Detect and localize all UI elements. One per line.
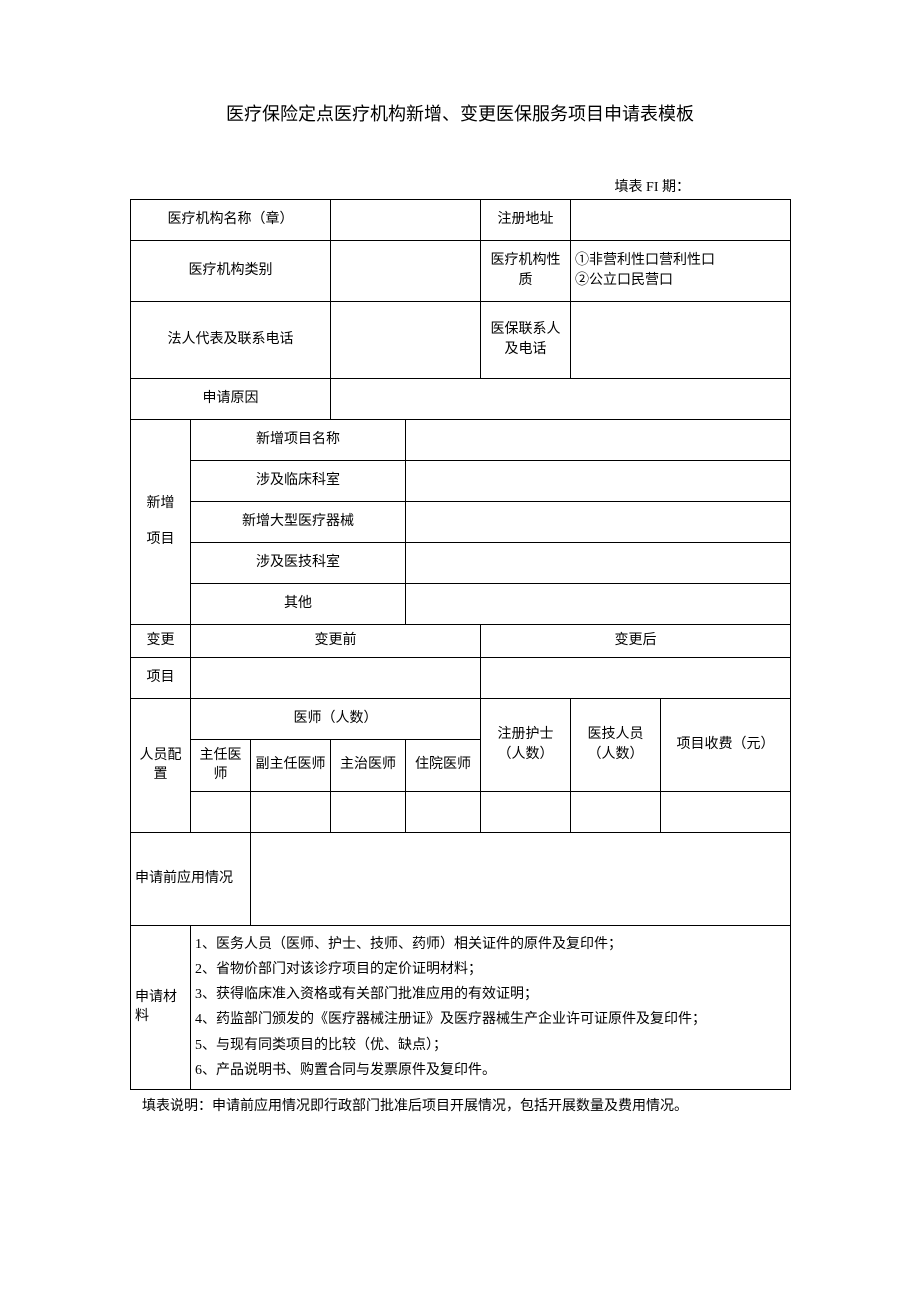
field-fee[interactable]: [661, 791, 791, 832]
label-attending: 主治医师: [331, 739, 406, 791]
label-reg-addr: 注册地址: [481, 200, 571, 241]
page-title: 医疗保险定点医疗机构新增、变更医保服务项目申请表模板: [130, 100, 790, 126]
label-pre-use: 申请前应用情况: [131, 832, 251, 925]
form-footnote: 填表说明：申请前应用情况即行政部门批准后项目开展情况，包括开展数量及费用情况。: [130, 1090, 790, 1118]
label-techs: 医技人员（人数）: [571, 698, 661, 791]
field-chief[interactable]: [191, 791, 251, 832]
label-legal-rep: 法人代表及联系电话: [131, 302, 331, 379]
field-techs[interactable]: [571, 791, 661, 832]
label-ins-contact: 医保联系人及电话: [481, 302, 571, 379]
label-new-item-group-1: 新增: [135, 486, 186, 522]
label-new-item-name: 新增项目名称: [191, 420, 406, 461]
field-before[interactable]: [191, 657, 481, 698]
label-clinical-dept: 涉及临床科室: [191, 461, 406, 502]
label-new-item-group-2: 项目: [135, 522, 186, 558]
label-after: 变更后: [481, 625, 791, 658]
label-nurses: 注册护士（人数）: [481, 698, 571, 791]
label-chief: 主任医师: [191, 739, 251, 791]
field-legal-rep[interactable]: [331, 302, 481, 379]
label-resident: 住院医师: [406, 739, 481, 791]
label-materials: 申请材料: [131, 925, 191, 1089]
label-staff-group: 人员配置: [131, 698, 191, 832]
label-org-type: 医疗机构类别: [131, 241, 331, 302]
field-nurses[interactable]: [481, 791, 571, 832]
field-tech-dept[interactable]: [406, 543, 791, 584]
label-doctors: 医师（人数）: [191, 698, 481, 739]
form-date-label: 填表 FI 期：: [130, 176, 790, 196]
label-deputy: 副主任医师: [251, 739, 331, 791]
field-reg-addr[interactable]: [571, 200, 791, 241]
label-fee: 项目收费（元）: [661, 698, 791, 791]
label-reason: 申请原因: [131, 379, 331, 420]
label-new-equip: 新增大型医疗器械: [191, 502, 406, 543]
field-org-name[interactable]: [331, 200, 481, 241]
field-after[interactable]: [481, 657, 791, 698]
label-change-group-2: 项目: [131, 657, 191, 698]
field-new-item-name[interactable]: [406, 420, 791, 461]
field-ins-contact[interactable]: [571, 302, 791, 379]
field-clinical-dept[interactable]: [406, 461, 791, 502]
label-other: 其他: [191, 584, 406, 625]
label-new-item-group: 新增 项目: [131, 420, 191, 625]
field-deputy[interactable]: [251, 791, 331, 832]
field-org-type[interactable]: [331, 241, 481, 302]
field-attending[interactable]: [331, 791, 406, 832]
label-before: 变更前: [191, 625, 481, 658]
field-org-nature-options[interactable]: ①非营利性口营利性口 ②公立口民营口: [571, 241, 791, 302]
label-org-nature: 医疗机构性质: [481, 241, 571, 302]
label-org-name: 医疗机构名称（章）: [131, 200, 331, 241]
label-change-group-1: 变更: [131, 625, 191, 658]
label-tech-dept: 涉及医技科室: [191, 543, 406, 584]
field-pre-use[interactable]: [251, 832, 791, 925]
field-other[interactable]: [406, 584, 791, 625]
field-reason[interactable]: [331, 379, 791, 420]
field-new-equip[interactable]: [406, 502, 791, 543]
materials-list: 1、医务人员（医师、护士、技师、药师）相关证件的原件及复印件； 2、省物价部门对…: [191, 925, 791, 1089]
field-resident[interactable]: [406, 791, 481, 832]
application-form-table: 医疗机构名称（章） 注册地址 医疗机构类别 医疗机构性质 ①非营利性口营利性口 …: [130, 199, 791, 1090]
